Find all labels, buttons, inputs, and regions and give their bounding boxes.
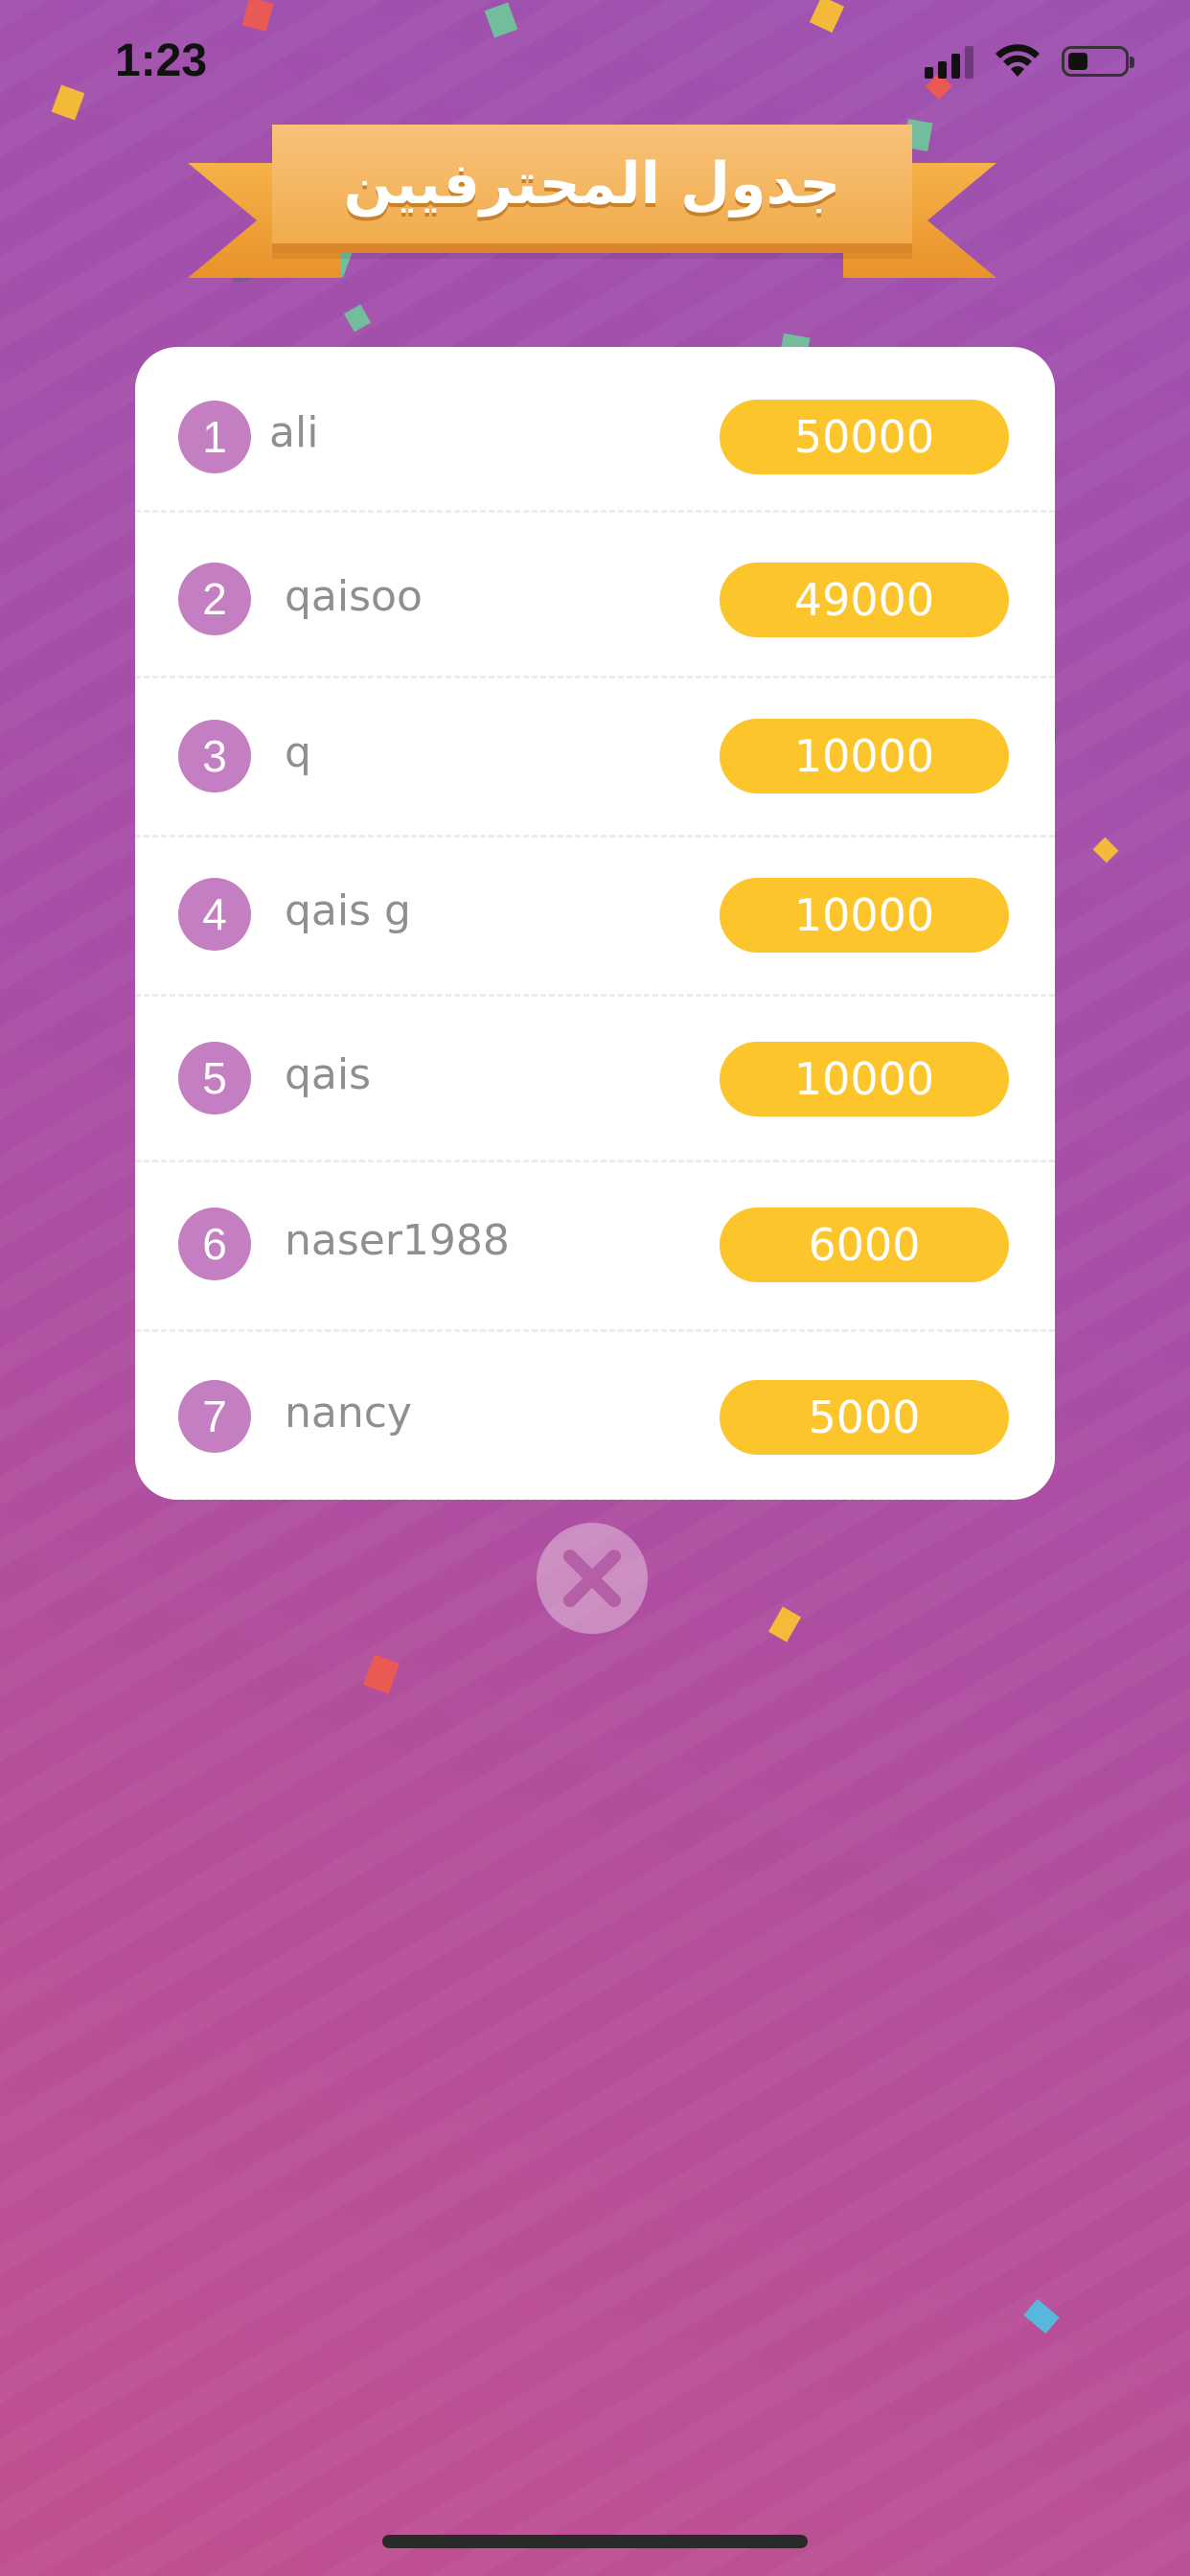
confetti-piece <box>363 1654 400 1694</box>
player-name: q <box>285 728 311 777</box>
rank-badge: 7 <box>178 1380 251 1453</box>
battery-level <box>1068 53 1087 70</box>
rank-badge: 2 <box>178 563 251 635</box>
home-indicator[interactable] <box>382 2535 808 2548</box>
player-name: naser1988 <box>285 1216 510 1265</box>
rank-badge: 4 <box>178 878 251 951</box>
score-pill: 10000 <box>720 878 1009 953</box>
rank-badge: 5 <box>178 1042 251 1115</box>
player-name: nancy <box>285 1389 412 1438</box>
player-name: qais <box>285 1050 372 1099</box>
score-pill: 49000 <box>720 563 1009 637</box>
ribbon: جدول المحترفيين <box>272 125 912 253</box>
confetti-piece <box>1023 2298 1060 2334</box>
score-pill: 10000 <box>720 1042 1009 1116</box>
player-name: qaisoo <box>285 572 423 621</box>
close-button[interactable] <box>537 1523 648 1634</box>
page-title: جدول المحترفيين <box>343 150 841 218</box>
player-name: ali <box>269 408 319 457</box>
confetti-piece <box>1092 837 1119 863</box>
battery-icon <box>1062 46 1134 77</box>
score-pill: 6000 <box>720 1208 1009 1282</box>
player-name: qais g <box>285 886 411 935</box>
leaderboard-row: 1 ali 50000 <box>135 347 1055 513</box>
leaderboard-row: 6 naser1988 6000 <box>135 1162 1055 1332</box>
leaderboard-row: 7 nancy 5000 <box>135 1332 1055 1500</box>
confetti-piece <box>343 304 372 333</box>
score-pill: 5000 <box>720 1380 1009 1455</box>
leaderboard-row: 3 q 10000 <box>135 678 1055 838</box>
score-pill: 10000 <box>720 719 1009 794</box>
score-pill: 50000 <box>720 400 1009 474</box>
status-icons <box>925 44 1134 79</box>
leaderboard-banner: جدول المحترفيين <box>188 123 996 295</box>
cellular-signal-icon <box>925 44 973 79</box>
status-bar: 1:23 <box>0 0 1190 134</box>
leaderboard-row: 5 qais 10000 <box>135 997 1055 1162</box>
leaderboard-row: 2 qaisoo 49000 <box>135 513 1055 678</box>
rank-badge: 1 <box>178 401 251 473</box>
status-time: 1:23 <box>115 35 208 86</box>
close-icon <box>563 1550 621 1607</box>
rank-badge: 3 <box>178 720 251 793</box>
leaderboard-card[interactable]: 1 ali 50000 2 qaisoo 49000 3 q 10000 4 q… <box>135 347 1055 1500</box>
wifi-icon <box>995 44 1040 77</box>
leaderboard-row: 4 qais g 10000 <box>135 838 1055 997</box>
rank-badge: 6 <box>178 1208 251 1280</box>
confetti-piece <box>767 1606 802 1643</box>
